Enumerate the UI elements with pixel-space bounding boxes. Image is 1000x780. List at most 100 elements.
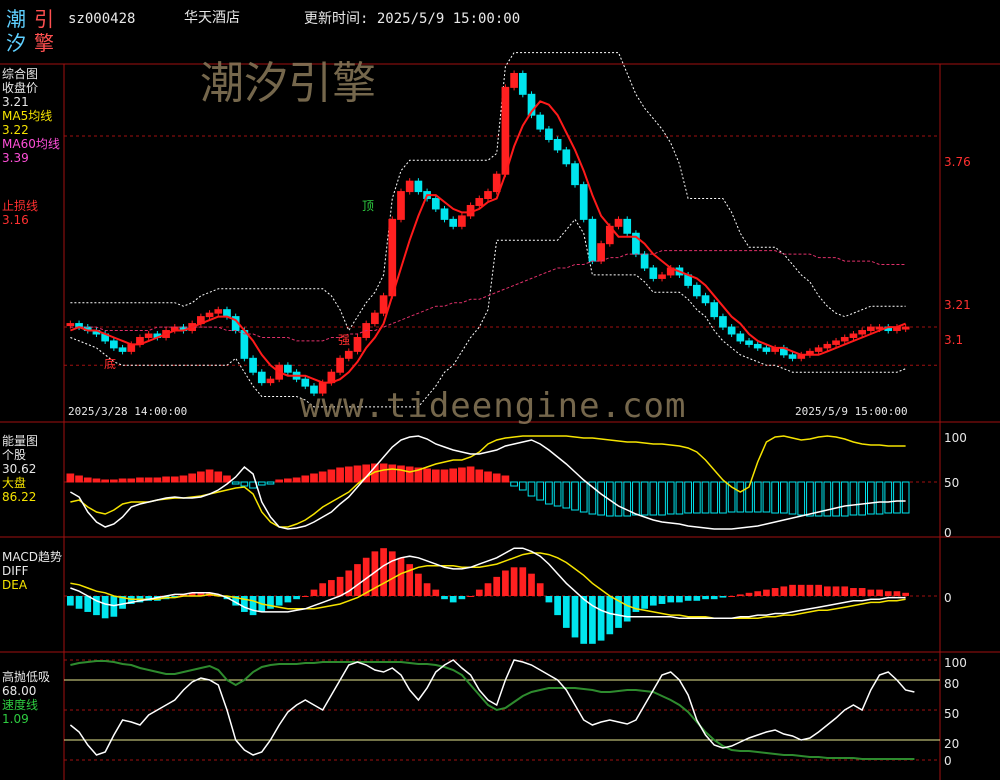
macd-bar-21 bbox=[249, 596, 257, 616]
energy-bar-31 bbox=[336, 467, 344, 483]
macd-bar-66 bbox=[641, 596, 648, 609]
energy-bar-54 bbox=[536, 481, 545, 501]
macd-bar-74 bbox=[710, 596, 718, 600]
energy-bar-8 bbox=[136, 477, 144, 483]
macd-bar-79 bbox=[754, 591, 762, 596]
macd-bar-27 bbox=[301, 596, 309, 597]
candle-32 bbox=[344, 350, 353, 359]
candle-49 bbox=[492, 173, 501, 193]
close-value: 3.21 bbox=[2, 95, 29, 109]
candle-35 bbox=[371, 312, 379, 325]
macd-bar-83 bbox=[789, 584, 796, 596]
candle-56 bbox=[553, 138, 562, 151]
energy-bar-71 bbox=[684, 481, 692, 514]
energy-bar-80 bbox=[762, 481, 771, 513]
energy-bar-25 bbox=[284, 478, 292, 483]
energy-bar-79 bbox=[753, 481, 762, 513]
price-level-3: 3.1 bbox=[944, 333, 964, 347]
stop-value: 3.16 bbox=[2, 213, 29, 227]
macd-bar-78 bbox=[745, 592, 753, 596]
candle-23 bbox=[266, 378, 275, 384]
candle-91 bbox=[858, 330, 866, 335]
candle-78 bbox=[745, 340, 753, 345]
macd-bar-53 bbox=[528, 573, 535, 596]
macd-bar-89 bbox=[841, 586, 849, 596]
price-level-1: 3.76 bbox=[944, 155, 971, 169]
candle-64 bbox=[623, 218, 632, 234]
energy-bar-58 bbox=[571, 481, 579, 511]
osc-level-100: 100 bbox=[944, 656, 967, 670]
energy-bar-4 bbox=[101, 479, 110, 483]
energy-bar-15 bbox=[197, 471, 205, 483]
energy-bar-95 bbox=[893, 481, 901, 514]
energy-bar-73 bbox=[701, 481, 710, 514]
macd-bar-50 bbox=[502, 570, 509, 596]
macd-bar-94 bbox=[884, 591, 892, 596]
energy-bar-41 bbox=[423, 468, 431, 483]
osc-level-20: 20 bbox=[944, 737, 960, 751]
energy-market-label: 大盘 bbox=[2, 476, 27, 490]
osc-speed-label: 速度线 bbox=[2, 698, 39, 712]
candle-76 bbox=[727, 326, 736, 335]
candle-90 bbox=[849, 333, 858, 338]
energy-bar-74 bbox=[710, 481, 719, 514]
energy-bar-92 bbox=[866, 481, 875, 515]
macd-bar-90 bbox=[850, 588, 857, 596]
energy-bar-26 bbox=[292, 477, 301, 483]
energy-bar-53 bbox=[527, 481, 536, 497]
energy-bar-22 bbox=[257, 481, 266, 486]
candle-40 bbox=[414, 180, 423, 193]
macd-bar-92 bbox=[867, 589, 875, 596]
energy-bar-89 bbox=[840, 481, 849, 517]
candle-63 bbox=[614, 218, 623, 227]
candle-68 bbox=[658, 274, 666, 279]
candle-50 bbox=[501, 86, 510, 175]
macd-bar-62 bbox=[606, 596, 614, 635]
energy-bar-37 bbox=[388, 464, 397, 483]
energy-bar-33 bbox=[353, 465, 362, 483]
candle-59 bbox=[579, 184, 588, 220]
macd-bar-33 bbox=[354, 564, 361, 596]
energy-bar-65 bbox=[632, 481, 640, 516]
macd-bar-49 bbox=[493, 576, 501, 596]
mark-bottom: 底 bbox=[104, 357, 117, 371]
osc-title: 高抛低吸 bbox=[2, 670, 51, 684]
channel-lower-line bbox=[70, 218, 906, 408]
macd-bar-55 bbox=[545, 596, 553, 603]
macd-bar-80 bbox=[763, 589, 770, 596]
macd-bar-68 bbox=[658, 596, 666, 604]
candle-74 bbox=[710, 302, 719, 318]
candle-66 bbox=[640, 253, 649, 269]
macd-bar-96 bbox=[902, 592, 909, 596]
energy-bar-56 bbox=[553, 481, 562, 507]
macd-bar-1 bbox=[75, 596, 83, 609]
macd-bar-61 bbox=[597, 596, 605, 641]
macd-diff-label: DIFF bbox=[2, 564, 29, 578]
energy-stock-value: 30.62 bbox=[2, 462, 37, 476]
ma5-value: 3.22 bbox=[2, 123, 29, 137]
macd-title: MACD趋势 bbox=[2, 550, 62, 564]
candle-33 bbox=[353, 336, 362, 352]
macd-legend: MACD趋势 DIFF DEA bbox=[2, 550, 62, 592]
candle-86 bbox=[814, 347, 823, 352]
energy-bar-19 bbox=[231, 481, 240, 485]
candle-87 bbox=[823, 343, 832, 349]
energy-bar-38 bbox=[397, 465, 405, 483]
energy-bar-81 bbox=[771, 481, 779, 514]
url-watermark: www.tideengine.com bbox=[300, 386, 687, 426]
energy-bar-0 bbox=[66, 473, 75, 483]
candle-21 bbox=[249, 357, 257, 373]
energy-market-value: 86.22 bbox=[2, 490, 37, 504]
macd-bar-48 bbox=[484, 583, 492, 596]
candle-38 bbox=[397, 191, 405, 220]
energy-bar-39 bbox=[405, 466, 414, 483]
main-legend: 综合图 收盘价 3.21 MA5均线 3.22 MA60均线 3.39 止损线 … bbox=[2, 67, 60, 227]
candle-0 bbox=[66, 323, 75, 327]
candle-42 bbox=[431, 198, 440, 210]
energy-bar-72 bbox=[692, 481, 701, 514]
energy-bar-88 bbox=[832, 481, 840, 517]
price-level-2: 3.21 bbox=[944, 298, 971, 312]
energy-bar-77 bbox=[736, 481, 745, 513]
macd-bar-70 bbox=[676, 596, 683, 603]
energy-bar-9 bbox=[144, 477, 153, 483]
